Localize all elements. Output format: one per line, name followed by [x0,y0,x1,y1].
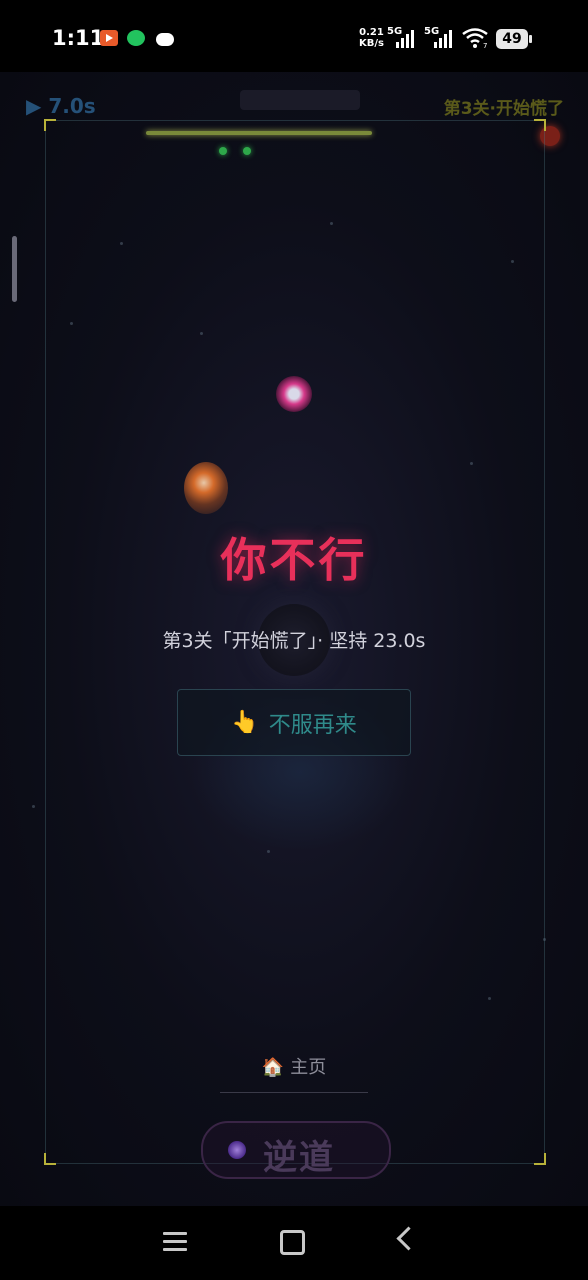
wifi-icon: 7 [462,28,488,48]
arena-corner [44,1153,56,1165]
video-app-icon [100,30,118,46]
arena-corner [534,119,546,131]
pointing-hand-icon: 👆 [231,710,259,735]
home-button[interactable] [280,1230,305,1255]
signal2-icon [434,28,452,48]
net-speed: 0.21 KB/s [359,27,384,49]
home-divider [220,1092,368,1093]
retry-button-label: 不服再来 [268,712,357,738]
hud-timer: ▶ 7.0s [26,94,96,118]
background-star [470,462,473,465]
background-star [488,997,491,1000]
logo-orb-icon [228,1141,246,1159]
logo-text: 逆道 [263,1138,335,1178]
background-star [511,260,514,263]
status-bar: 1:11 0.21 KB/s 5G 5G 7 49 [0,0,588,72]
arena-corner [534,1153,546,1165]
status-time: 1:11 [52,26,105,50]
background-star [200,332,203,335]
retry-button[interactable]: 👆 不服再来 [177,689,411,756]
net-speed-value: 0.21 [359,27,384,38]
background-star [330,222,333,225]
home-link-label: 主页 [290,1057,327,1078]
arena-corner [44,119,56,131]
life-dot [219,147,227,155]
weather-icon [156,33,174,46]
background-star [543,938,546,941]
net-speed-unit: KB/s [359,38,384,49]
background-star [120,242,123,245]
background-star [32,805,35,808]
battery-indicator: 49 [496,29,532,49]
hud-blurred-label [240,90,360,110]
signal1-icon [396,28,414,48]
back-button[interactable] [396,1226,421,1251]
result-subtitle: 第3关「开始慌了」· 坚持 23.0s [162,630,426,652]
background-star [267,850,270,853]
wechat-icon [127,30,145,46]
recent-apps-button[interactable] [163,1232,187,1252]
house-icon: 🏠 [261,1057,285,1078]
wifi-label: 7 [483,42,487,48]
home-link[interactable]: 🏠 主页 [0,1053,588,1079]
pink-orb [276,376,312,412]
game-area[interactable]: ▶ 7.0s 第3关·开始慌了 你不行 第3关「开始慌了」· 坚持 23.0s … [0,72,588,1206]
level-progress-bar [146,131,372,135]
result-title: 你不行 [220,533,368,587]
life-dot [243,147,251,155]
hud-level-label: 第3关·开始慌了 [443,99,564,119]
system-nav-bar [0,1206,588,1280]
game-logo: 逆道 [201,1121,391,1179]
orange-orb [184,462,228,514]
background-star [70,322,73,325]
scroll-indicator[interactable] [12,236,17,302]
